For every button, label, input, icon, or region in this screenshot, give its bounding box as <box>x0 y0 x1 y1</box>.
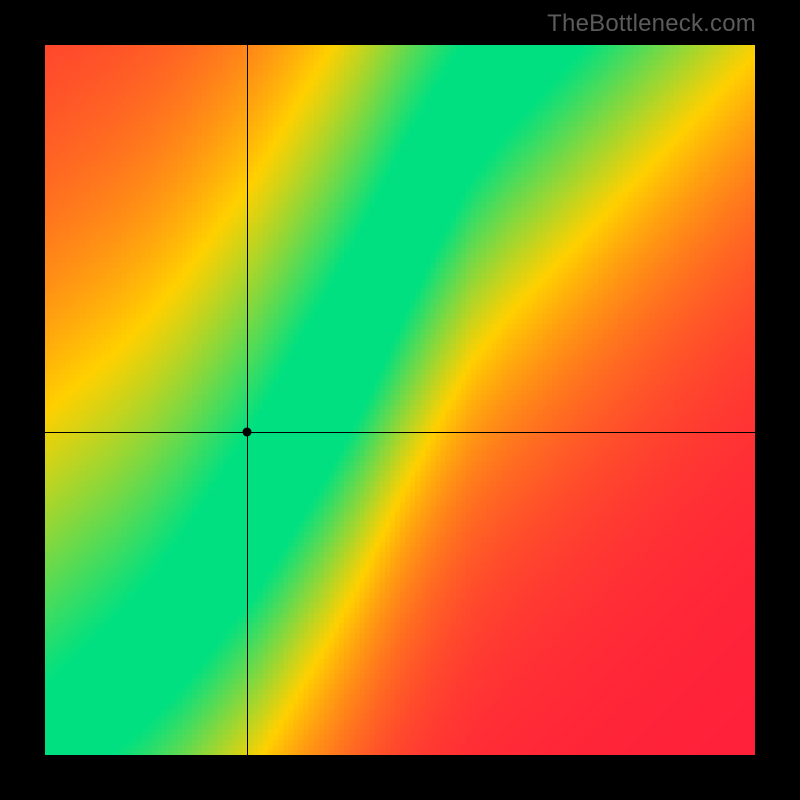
heatmap-canvas <box>45 45 755 755</box>
watermark-text: TheBottleneck.com <box>547 10 756 38</box>
plot-area <box>45 45 755 755</box>
chart-frame: TheBottleneck.com <box>0 0 800 800</box>
